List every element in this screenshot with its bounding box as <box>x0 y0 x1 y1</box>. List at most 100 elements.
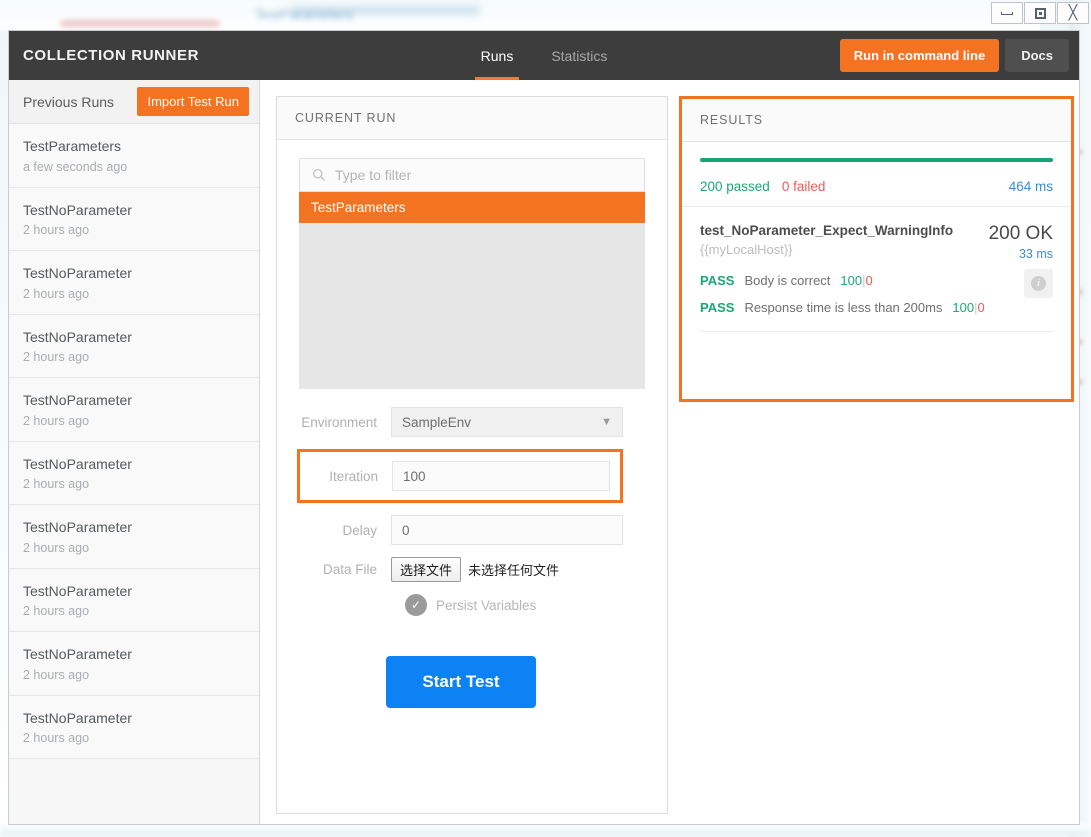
list-item[interactable]: TestNoParameter 2 hours ago <box>9 314 259 378</box>
request-item-selected[interactable]: TestParameters <box>299 192 645 223</box>
sidebar-header: Previous Runs Import Test Run <box>9 80 259 124</box>
window-controls: ╳ <box>985 0 1091 26</box>
minimize-button[interactable] <box>991 2 1023 24</box>
results-summary: 200 passed 0 failed 464 ms <box>682 142 1071 207</box>
current-run-title: CURRENT RUN <box>295 111 397 125</box>
assertion-description: Body is correct <box>744 273 831 288</box>
run-config-form: Environment SampleEnv ▼ Iteration 100 De… <box>297 389 645 708</box>
persist-variables-row: ✓ Persist Variables <box>299 594 623 616</box>
failed-count: 0 failed <box>781 179 826 194</box>
chevron-down-icon: ▼ <box>601 416 612 428</box>
request-list[interactable]: TestParameters <box>299 192 645 389</box>
info-icon: i <box>1031 276 1046 291</box>
list-item[interactable]: TestNoParameter 2 hours ago <box>9 695 259 759</box>
choose-file-button[interactable]: 选择文件 <box>391 557 462 582</box>
search-input[interactable] <box>335 167 632 183</box>
persist-variables-label: Persist Variables <box>436 597 537 613</box>
iteration-label: Iteration <box>329 468 378 484</box>
iteration-input[interactable] <box>392 461 610 491</box>
list-item[interactable]: TestNoParameter 2 hours ago <box>9 505 259 569</box>
assertion-description: Response time is less than 200ms <box>744 300 943 315</box>
run-in-command-line-button[interactable]: Run in command line <box>839 39 1000 72</box>
run-time: 2 hours ago <box>23 477 90 491</box>
main-panes: CURRENT RUN TestParameters <box>260 80 1079 824</box>
file-status-text: 未选择任何文件 <box>468 564 560 579</box>
run-name: TestNoParameter <box>23 328 132 345</box>
delay-row: Delay <box>299 515 623 545</box>
passed-count: 200 passed <box>700 179 770 194</box>
close-icon: ╳ <box>1068 5 1078 21</box>
restore-icon <box>1034 7 1046 19</box>
info-button[interactable]: i <box>1024 269 1053 298</box>
tab-statistics[interactable]: Statistics <box>549 31 609 80</box>
result-item: test_NoParameter_Expect_WarningInfo {{my… <box>682 207 1071 327</box>
start-test-button[interactable]: Start Test <box>386 656 536 708</box>
run-time: 2 hours ago <box>23 604 90 618</box>
docs-button[interactable]: Docs <box>1005 39 1069 72</box>
run-name: TestNoParameter <box>23 455 132 472</box>
result-status: 200 OK 33 ms <box>979 223 1053 261</box>
result-request-name: test_NoParameter_Expect_WarningInfo <box>700 223 954 238</box>
background-blur-title: TestParameters <box>255 6 354 22</box>
tab-runs[interactable]: Runs <box>474 31 519 80</box>
current-run-body: TestParameters Environment SampleEnv ▼ <box>277 140 667 813</box>
previous-runs-sidebar: Previous Runs Import Test Run TestParame… <box>9 80 260 824</box>
filter-box[interactable] <box>299 158 645 192</box>
total-time: 464 ms <box>1008 179 1053 194</box>
list-item[interactable]: TestNoParameter 2 hours ago <box>9 187 259 251</box>
assertion-counts: 100|0 <box>952 300 985 315</box>
list-item[interactable]: TestNoParameter 2 hours ago <box>9 441 259 505</box>
assertion-row: PASS Body is correct 100|0 <box>700 273 1053 288</box>
delay-input[interactable] <box>391 515 623 545</box>
result-request-url: {{myLocalHost}} <box>700 241 793 257</box>
restore-button[interactable] <box>1024 2 1056 24</box>
data-file-row: Data File 选择文件 未选择任何文件 <box>299 557 623 582</box>
run-time: 2 hours ago <box>23 413 90 428</box>
list-item[interactable]: TestNoParameter 2 hours ago <box>9 251 259 315</box>
sidebar-title: Previous Runs <box>23 93 115 110</box>
run-time: 2 hours ago <box>23 731 90 745</box>
status-code: 200 OK <box>988 223 1053 244</box>
results-body: 200 passed 0 failed 464 ms test_NoParame… <box>682 142 1071 399</box>
results-title: RESULTS <box>700 113 764 127</box>
results-panel: RESULTS 200 passed 0 failed 464 ms test_… <box>679 96 1074 402</box>
close-button[interactable]: ╳ <box>1057 2 1089 24</box>
pass-progress-bar <box>700 158 1053 162</box>
results-header: RESULTS <box>682 99 1071 142</box>
assertion-counts: 100|0 <box>840 273 873 288</box>
run-time: a few seconds ago <box>23 159 128 174</box>
list-item[interactable]: TestNoParameter 2 hours ago <box>9 378 259 442</box>
results-stats: 200 passed 0 failed 464 ms <box>700 179 1053 194</box>
assertion-result: PASS <box>700 273 735 288</box>
header-actions: Run in command line Docs <box>839 31 1079 80</box>
data-file-label: Data File <box>322 562 377 577</box>
current-run-header: CURRENT RUN <box>277 97 667 140</box>
environment-label: Environment <box>301 414 377 430</box>
app-body: Previous Runs Import Test Run TestParame… <box>9 80 1079 824</box>
run-name: TestNoParameter <box>23 392 132 408</box>
collection-runner-window: COLLECTION RUNNER Runs Statistics Run in… <box>8 30 1080 825</box>
run-name: TestNoParameter <box>23 265 132 281</box>
start-test-wrap: Start Test <box>299 656 623 708</box>
previous-runs-list[interactable]: TestParameters a few seconds ago TestNoP… <box>9 124 259 824</box>
search-icon <box>313 169 326 182</box>
current-run-panel: CURRENT RUN TestParameters <box>276 96 668 814</box>
list-item[interactable]: TestNoParameter 2 hours ago <box>9 632 259 696</box>
list-item[interactable]: TestNoParameter 2 hours ago <box>9 568 259 632</box>
background-blur-bar-red <box>60 20 220 27</box>
background-bottom-edge <box>0 823 1091 837</box>
minimize-icon <box>1001 11 1013 15</box>
environment-select[interactable]: SampleEnv ▼ <box>391 407 623 437</box>
import-test-run-button[interactable]: Import Test Run <box>137 87 249 116</box>
environment-selected-value: SampleEnv <box>402 414 472 430</box>
list-item[interactable]: TestParameters a few seconds ago <box>9 124 259 188</box>
run-name: TestNoParameter <box>23 646 132 662</box>
app-header: COLLECTION RUNNER Runs Statistics Run in… <box>9 31 1079 80</box>
environment-row: Environment SampleEnv ▼ <box>299 407 623 437</box>
assertion-row: PASS Response time is less than 200ms 10… <box>700 300 1053 315</box>
results-divider <box>700 331 1053 332</box>
run-time: 2 hours ago <box>23 667 90 682</box>
run-name: TestParameters <box>23 138 122 154</box>
persist-variables-checkbox[interactable]: ✓ <box>405 594 427 616</box>
run-time: 2 hours ago <box>23 350 90 364</box>
